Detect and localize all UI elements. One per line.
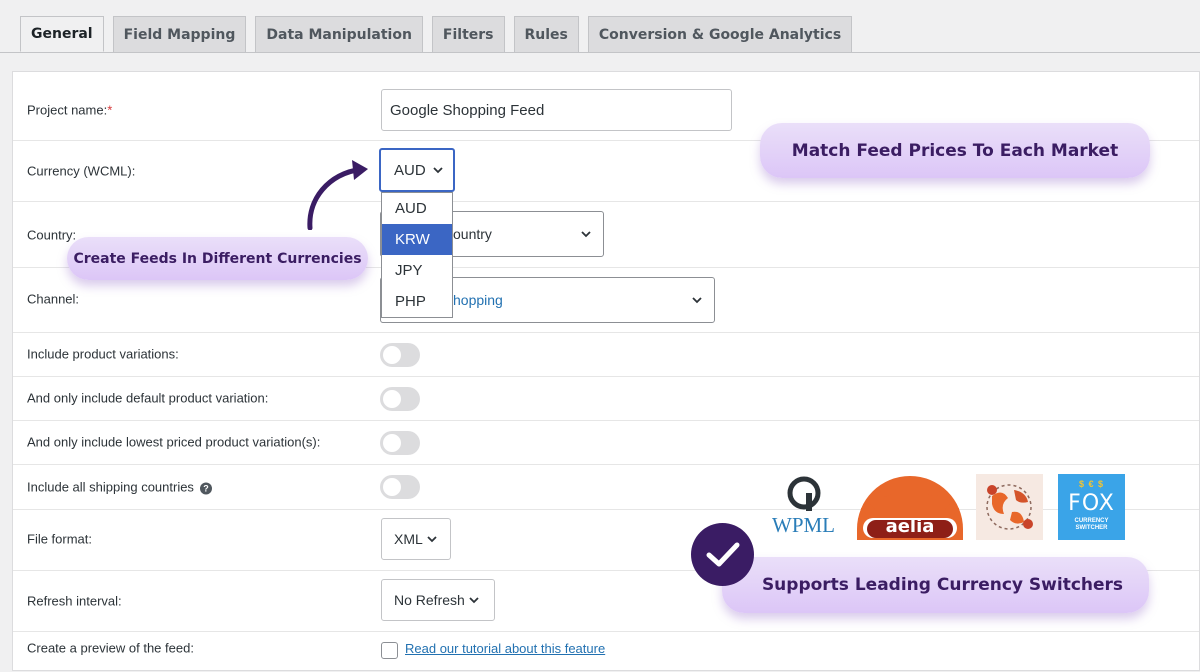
tab-general[interactable]: General: [20, 16, 104, 52]
refresh-interval-select[interactable]: No Refresh: [381, 579, 495, 621]
default-variation-toggle[interactable]: [380, 387, 420, 411]
file-format-label: File format:: [27, 531, 93, 547]
wpml-logo-text: WPML: [772, 513, 835, 537]
preview-tutorial-link[interactable]: Read our tutorial about this feature: [405, 641, 605, 656]
lowest-variation-toggle[interactable]: [380, 431, 420, 455]
curved-arrow-icon: [307, 160, 368, 230]
globe-currency-logo: [976, 474, 1043, 540]
currency-option-php[interactable]: PHP: [382, 286, 452, 317]
default-variation-label: And only include default product variati…: [27, 390, 269, 406]
fox-logo-coins: $ € $: [1078, 479, 1105, 489]
row-preview: Create a preview of the feed: Read our t…: [13, 632, 1199, 672]
chevron-down-icon: [469, 597, 479, 604]
checkmark-icon: [691, 523, 754, 586]
supports-switchers-callout: Supports Leading Currency Switchers: [722, 557, 1149, 613]
refresh-interval-value: No Refresh: [394, 592, 465, 608]
tab-field-mapping[interactable]: Field Mapping: [112, 16, 247, 52]
aelia-logo: aelia: [853, 474, 967, 542]
shipping-countries-label: Include all shipping countries?: [27, 480, 212, 495]
different-currencies-callout: Create Feeds In Different Currencies: [67, 237, 368, 280]
aelia-logo-text: aelia: [885, 516, 935, 537]
currency-select[interactable]: AUD: [379, 148, 455, 192]
row-include-variations: Include product variations:: [13, 333, 1199, 377]
country-select-value: ountry: [453, 226, 492, 242]
currency-select-value: AUD: [394, 161, 426, 179]
currency-dropdown-list: AUD KRW JPY PHP: [381, 192, 453, 318]
shipping-countries-toggle[interactable]: [380, 475, 420, 499]
currency-option-aud[interactable]: AUD: [382, 193, 452, 224]
row-default-variation: And only include default product variati…: [13, 377, 1199, 421]
chevron-down-icon: [692, 297, 702, 304]
include-variations-toggle[interactable]: [380, 343, 420, 367]
currency-label: Currency (WCML):: [27, 163, 136, 179]
help-icon[interactable]: ?: [199, 482, 212, 495]
preview-checkbox[interactable]: [381, 642, 398, 659]
tab-rules[interactable]: Rules: [513, 16, 579, 52]
chevron-down-icon: [433, 167, 443, 174]
refresh-interval-label: Refresh interval:: [27, 593, 122, 609]
project-name-input[interactable]: Google Shopping Feed: [381, 89, 732, 131]
match-prices-callout: Match Feed Prices To Each Market: [760, 123, 1150, 178]
channel-label: Channel:: [27, 291, 80, 307]
file-format-value: XML: [394, 531, 423, 547]
tab-filters[interactable]: Filters: [431, 16, 505, 52]
project-name-label: Project name:*: [27, 102, 113, 118]
tab-conversion-analytics[interactable]: Conversion & Google Analytics: [587, 16, 853, 52]
tab-bar: General Field Mapping Data Manipulation …: [20, 16, 861, 52]
currency-option-jpy[interactable]: JPY: [382, 255, 452, 286]
fox-currency-switcher-logo: $ € $ FOX CURRENCY SWITCHER: [1058, 474, 1125, 540]
required-mark: *: [107, 102, 113, 118]
file-format-select[interactable]: XML: [381, 518, 451, 560]
channel-select-value: hopping: [453, 292, 503, 308]
chevron-down-icon: [427, 536, 437, 543]
wpml-logo: WPML: [770, 473, 840, 537]
currency-option-krw[interactable]: KRW: [382, 224, 452, 255]
chevron-down-icon: [581, 231, 591, 238]
country-label: Country:: [27, 227, 77, 243]
fox-logo-subtext: CURRENCY SWITCHER: [1074, 518, 1109, 531]
tab-data-manipulation[interactable]: Data Manipulation: [255, 16, 423, 52]
include-variations-label: Include product variations:: [27, 346, 179, 362]
lowest-variation-label: And only include lowest priced product v…: [27, 434, 321, 450]
preview-label: Create a preview of the feed:: [27, 640, 194, 656]
fox-logo-text: FOX: [1068, 491, 1115, 516]
row-lowest-variation: And only include lowest priced product v…: [13, 421, 1199, 465]
tabs-divider: [0, 52, 1200, 53]
